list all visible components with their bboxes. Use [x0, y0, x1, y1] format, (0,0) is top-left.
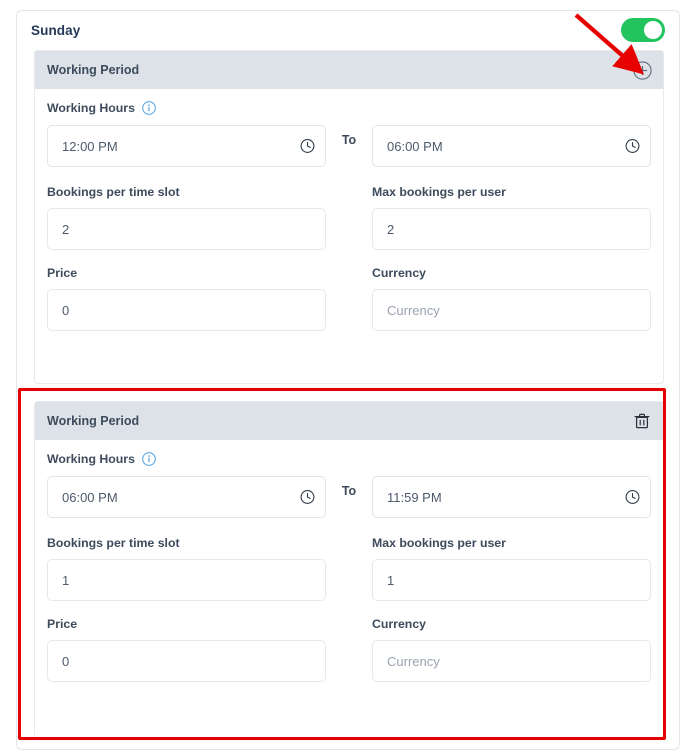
trash-icon[interactable] [631, 410, 653, 432]
bookings-per-slot-field: Bookings per time slot 1 [47, 536, 326, 601]
to-label: To [341, 132, 357, 147]
end-time-wrap: 06:00 PM [372, 125, 651, 167]
working-hours-row-2: 06:00 PM To 11:59 PM [47, 476, 651, 518]
max-bookings-input[interactable]: 2 [372, 208, 651, 250]
start-time-input[interactable]: 06:00 PM [47, 476, 326, 518]
end-time-input[interactable]: 06:00 PM [372, 125, 651, 167]
working-hours-label: Working Hours [47, 452, 651, 466]
currency-field: Currency Currency [372, 617, 651, 682]
currency-input[interactable]: Currency [372, 289, 651, 331]
start-time-input[interactable]: 12:00 PM [47, 125, 326, 167]
max-bookings-label: Max bookings per user [372, 185, 506, 199]
price-row-2: Price 0 Currency Currency [47, 617, 651, 682]
price-label: Price [47, 617, 78, 631]
bookings-per-slot-input[interactable]: 1 [47, 559, 326, 601]
screenshot-root: Sunday Working Period Working Hours 12:0… [0, 0, 696, 753]
working-period-body-1: Working Hours 12:00 PM To 06:00 PM Booki… [35, 89, 663, 331]
end-time-wrap: 11:59 PM [372, 476, 651, 518]
bookings-per-slot-label: Bookings per time slot [47, 536, 180, 550]
working-hours-label-text: Working Hours [47, 101, 135, 115]
working-period-header-2: Working Period [35, 402, 663, 440]
plus-circle-icon[interactable] [631, 59, 653, 81]
start-time-wrap: 12:00 PM [47, 125, 326, 167]
working-period-panel-1: Working Period Working Hours 12:00 PM To… [34, 50, 664, 384]
price-input[interactable]: 0 [47, 640, 326, 682]
max-bookings-field: Max bookings per user 1 [372, 536, 651, 601]
working-period-panel-2: Working Period Working Hours 06:00 PM To… [34, 401, 664, 739]
working-period-header-1: Working Period [35, 51, 663, 89]
price-row-1: Price 0 Currency Currency [47, 266, 651, 331]
currency-field: Currency Currency [372, 266, 651, 331]
currency-label: Currency [372, 266, 426, 280]
max-bookings-input[interactable]: 1 [372, 559, 651, 601]
toggle-knob [644, 21, 662, 39]
clock-icon[interactable] [300, 139, 315, 154]
to-label: To [341, 483, 357, 498]
working-period-title: Working Period [47, 414, 140, 428]
working-hours-label-text: Working Hours [47, 452, 135, 466]
currency-label: Currency [372, 617, 426, 631]
day-enabled-toggle[interactable] [621, 18, 665, 42]
info-icon[interactable] [142, 452, 156, 466]
price-input[interactable]: 0 [47, 289, 326, 331]
max-bookings-field: Max bookings per user 2 [372, 185, 651, 250]
bookings-per-slot-field: Bookings per time slot 2 [47, 185, 326, 250]
price-field: Price 0 [47, 617, 326, 682]
start-time-wrap: 06:00 PM [47, 476, 326, 518]
currency-input[interactable]: Currency [372, 640, 651, 682]
clock-icon[interactable] [300, 490, 315, 505]
bookings-per-slot-label: Bookings per time slot [47, 185, 180, 199]
working-hours-label: Working Hours [47, 101, 651, 115]
bookings-row-1: Bookings per time slot 2 Max bookings pe… [47, 185, 651, 250]
bookings-row-2: Bookings per time slot 1 Max bookings pe… [47, 536, 651, 601]
page-title: Sunday [31, 22, 81, 38]
price-field: Price 0 [47, 266, 326, 331]
end-time-input[interactable]: 11:59 PM [372, 476, 651, 518]
bookings-per-slot-input[interactable]: 2 [47, 208, 326, 250]
working-period-body-2: Working Hours 06:00 PM To 11:59 PM Booki… [35, 440, 663, 682]
working-hours-row-1: 12:00 PM To 06:00 PM [47, 125, 651, 167]
day-schedule-card: Sunday Working Period Working Hours 12:0… [16, 10, 680, 750]
clock-icon[interactable] [625, 139, 640, 154]
working-period-title: Working Period [47, 63, 140, 77]
info-icon[interactable] [142, 101, 156, 115]
price-label: Price [47, 266, 78, 280]
max-bookings-label: Max bookings per user [372, 536, 506, 550]
day-header: Sunday [17, 11, 679, 49]
clock-icon[interactable] [625, 490, 640, 505]
